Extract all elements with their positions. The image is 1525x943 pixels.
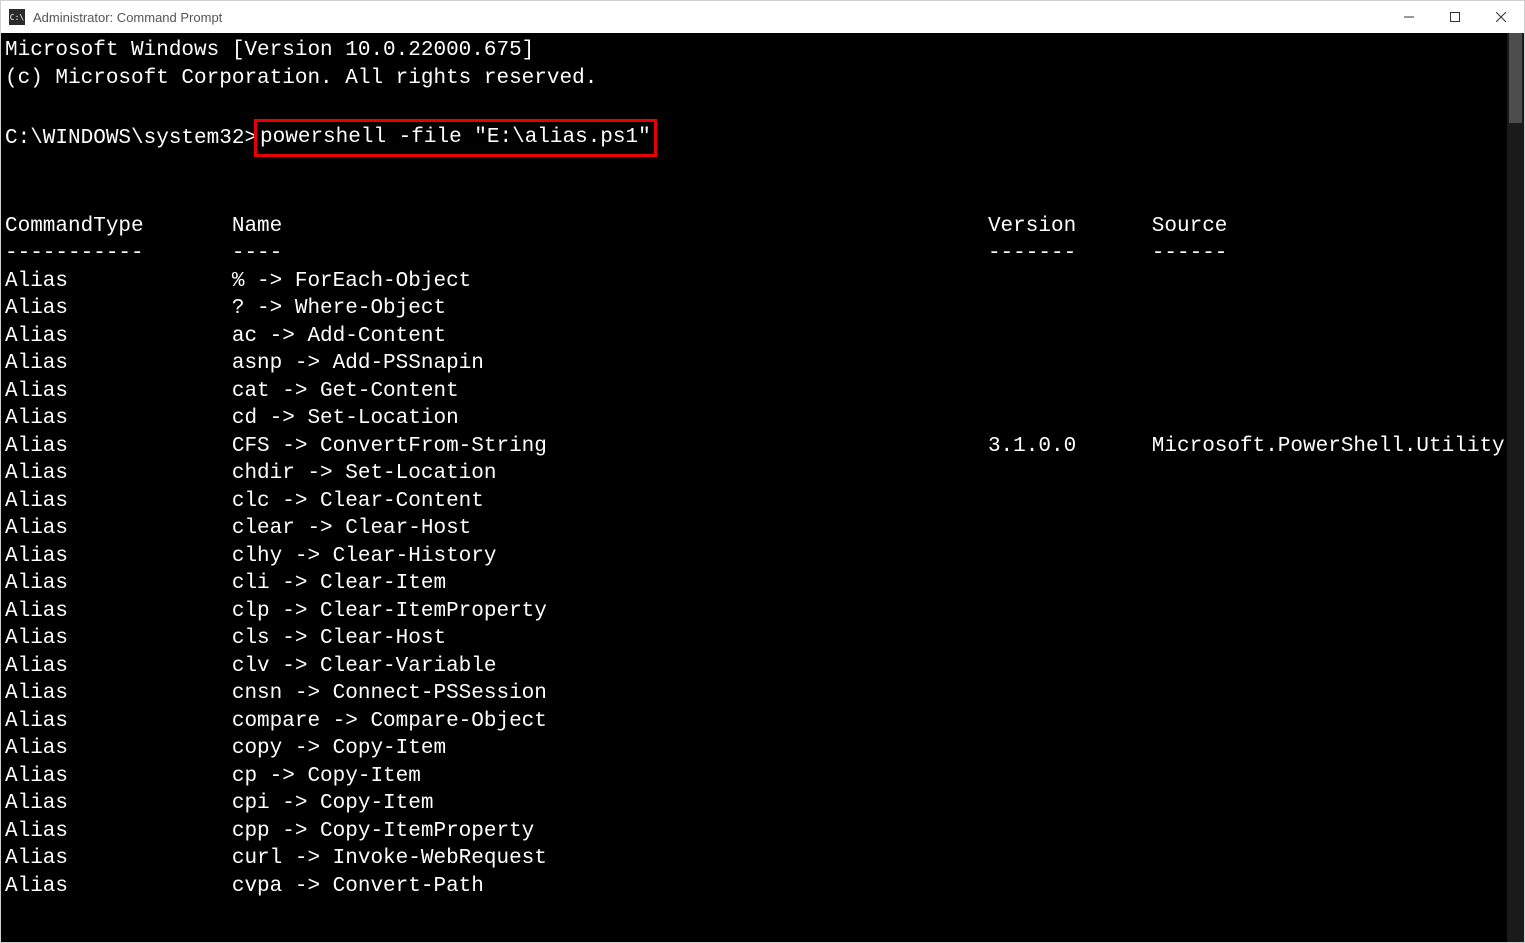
minimize-button[interactable] [1386,1,1432,33]
window-title: Administrator: Command Prompt [33,10,222,25]
maximize-icon [1450,12,1460,22]
terminal-area: Microsoft Windows [Version 10.0.22000.67… [1,33,1524,942]
highlighted-command: powershell -file "E:\alias.ps1" [254,119,657,157]
close-icon [1496,12,1506,22]
cmd-icon: C:\ [9,9,25,25]
maximize-button[interactable] [1432,1,1478,33]
scrollbar-thumb[interactable] [1509,33,1522,123]
vertical-scrollbar[interactable] [1507,33,1524,942]
close-button[interactable] [1478,1,1524,33]
title-bar[interactable]: C:\ Administrator: Command Prompt [1,1,1524,33]
terminal-output[interactable]: Microsoft Windows [Version 10.0.22000.67… [1,33,1507,942]
window-controls [1386,1,1524,33]
command-prompt-window: C:\ Administrator: Command Prompt Micros… [0,0,1525,943]
minimize-icon [1404,12,1414,22]
